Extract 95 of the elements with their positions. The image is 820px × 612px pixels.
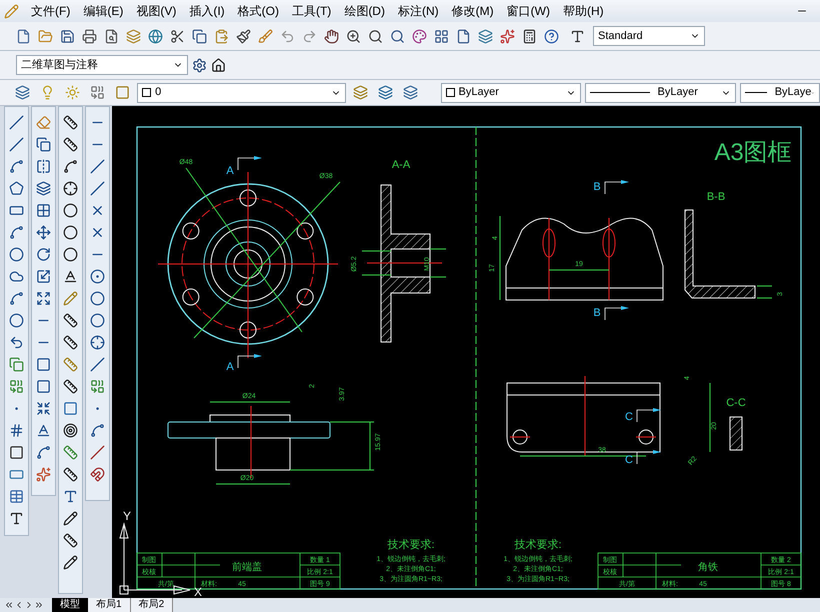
pan-icon[interactable]: [324, 28, 338, 44]
midpoint-snap-icon[interactable]: [90, 158, 105, 174]
menu-item[interactable]: 文件(F): [31, 2, 70, 20]
section-arrow: [238, 156, 262, 170]
new-file-icon[interactable]: [16, 28, 30, 44]
view-label: A: [226, 361, 234, 373]
part-name: 前端盖: [232, 562, 262, 573]
layout-tab[interactable]: 布局1: [88, 598, 131, 612]
layout-tab[interactable]: 布局2: [130, 598, 174, 612]
view-label: B: [593, 307, 601, 319]
x-axis-label: X: [194, 585, 202, 598]
color-swatch-icon: [142, 88, 152, 97]
view-label: C: [625, 411, 633, 423]
ucs-axes-icon: [119, 522, 190, 595]
erase-icon[interactable]: [36, 114, 51, 130]
requirements-heading: 技术要求:: [387, 539, 435, 551]
workspace-dropdown[interactable]: 二维草图与注释: [16, 55, 188, 75]
array-icon[interactable]: [36, 202, 51, 218]
polyline-icon[interactable]: [9, 158, 24, 174]
home-icon[interactable]: [211, 58, 226, 72]
part-name: 角铁: [698, 562, 718, 573]
circle-icon[interactable]: [9, 246, 24, 262]
line-icon[interactable]: [9, 114, 24, 130]
drawing-canvas[interactable]: [112, 106, 820, 598]
y-axis-label: Y: [123, 509, 131, 523]
rotate-icon[interactable]: [36, 246, 51, 262]
match-properties-icon[interactable]: [258, 28, 272, 44]
menu-item[interactable]: 编辑(E): [83, 2, 124, 20]
brush-icon[interactable]: [236, 28, 250, 44]
color-dropdown[interactable]: ByLayer: [440, 82, 581, 102]
mirror-icon[interactable]: [36, 158, 51, 174]
menu-item[interactable]: 格式(O): [238, 2, 279, 20]
layer-dropdown[interactable]: 0: [137, 82, 346, 102]
view-label: A: [226, 165, 234, 177]
menu-item[interactable]: 插入(I): [189, 2, 225, 20]
view-label: B-B: [706, 191, 726, 203]
center-snap-icon[interactable]: [90, 268, 105, 284]
line-sample-icon: [745, 92, 767, 93]
move-icon[interactable]: [36, 224, 51, 240]
open-folder-icon[interactable]: [38, 28, 52, 44]
paste-icon[interactable]: [214, 28, 228, 44]
globe-icon[interactable]: [148, 28, 162, 44]
menu-item[interactable]: 窗口(W): [506, 2, 550, 20]
color-swatch-icon: [446, 88, 455, 97]
grid-icon[interactable]: [434, 28, 448, 44]
tab-scroll-icon[interactable]: [34, 600, 44, 610]
section-arrow: [238, 354, 262, 368]
layout-tab[interactable]: 模型: [52, 598, 88, 612]
polygon-icon[interactable]: [9, 180, 24, 196]
view-label: A-A: [392, 159, 410, 171]
zoom-in-icon[interactable]: [346, 28, 360, 44]
view-label: B: [593, 181, 601, 193]
zoom-window-icon[interactable]: [368, 28, 382, 44]
view-label: C-C: [726, 397, 746, 409]
table-icon[interactable]: [9, 488, 24, 504]
help-icon[interactable]: [544, 28, 558, 44]
copy-object-icon[interactable]: [36, 136, 51, 152]
menu-item[interactable]: 视图(V): [136, 2, 176, 20]
document-icon[interactable]: [456, 28, 470, 44]
tab-scroll-icon[interactable]: [4, 600, 14, 610]
calculator-icon[interactable]: [522, 28, 536, 44]
print-icon[interactable]: [82, 28, 96, 44]
workspace-settings-icon[interactable]: [192, 58, 207, 72]
frame-title: A3图框: [714, 139, 792, 166]
text-icon[interactable]: [9, 510, 24, 526]
section-arrow: [636, 450, 661, 464]
text-style-dropdown[interactable]: Standard: [593, 26, 705, 46]
palette-icon[interactable]: [412, 28, 426, 44]
section-arrow: [604, 180, 629, 194]
arc-icon[interactable]: [9, 224, 24, 240]
section-arrow: [604, 306, 629, 320]
ray-icon[interactable]: [9, 136, 24, 152]
cut-icon[interactable]: [170, 28, 184, 44]
markup-icon[interactable]: [500, 28, 514, 44]
section-arrow: [636, 408, 661, 422]
layers-icon[interactable]: [478, 28, 492, 44]
lineweight-dropdown[interactable]: ByLaye: [740, 82, 820, 102]
menu-item[interactable]: 绘图(D): [344, 2, 385, 20]
hatch-icon[interactable]: [9, 422, 24, 438]
save-icon[interactable]: [60, 28, 74, 44]
requirements-heading: 技术要求:: [514, 539, 562, 551]
menu-item[interactable]: 修改(M): [452, 2, 494, 20]
view-label: C: [625, 454, 633, 466]
spline-icon[interactable]: [9, 290, 24, 306]
linetype-dropdown[interactable]: ByLayer: [584, 82, 736, 102]
zoom-previous-icon[interactable]: [390, 28, 404, 44]
menu-item[interactable]: 标注(N): [398, 2, 439, 20]
layers-icon[interactable]: [15, 85, 30, 100]
print-preview-icon[interactable]: [104, 28, 118, 44]
menu-item[interactable]: 工具(T): [292, 2, 332, 20]
text-style-icon[interactable]: [570, 28, 585, 44]
app-icon[interactable]: [4, 4, 19, 18]
copy-icon[interactable]: [192, 28, 206, 44]
line-sample-icon: [590, 92, 650, 93]
menu-item[interactable]: 帮助(H): [562, 2, 604, 20]
